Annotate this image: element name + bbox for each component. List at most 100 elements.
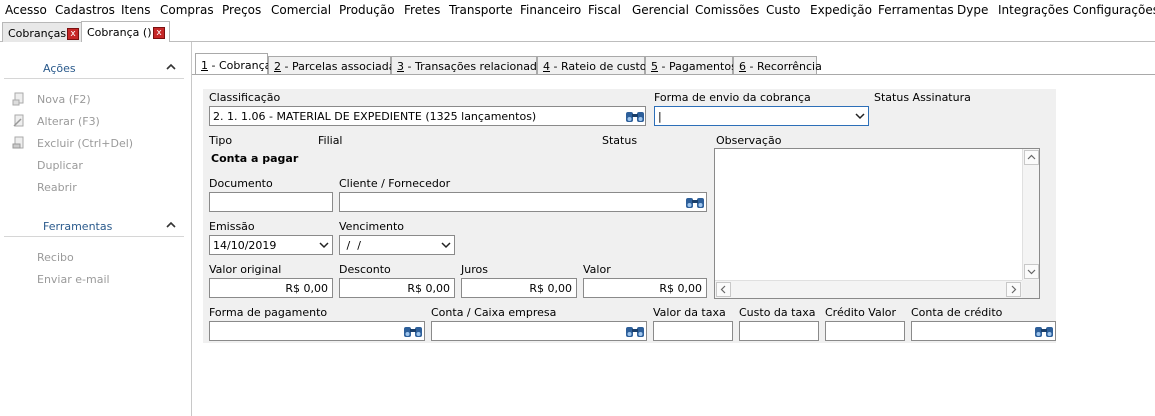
forma-envio-label: Forma de envio da cobrança <box>654 91 811 104</box>
tab-transacoes[interactable]: 3 - Transações relacionadas <box>391 56 549 75</box>
tab-parcelas[interactable]: 2 - Parcelas associadas <box>268 56 401 75</box>
reabrir-button[interactable]: Reabrir <box>37 181 77 194</box>
scroll-right-button[interactable] <box>1006 282 1021 297</box>
tab-key: 6 <box>739 60 746 73</box>
vencimento-date-picker[interactable]: / / <box>339 235 455 255</box>
menu-cadastros[interactable]: Cadastros <box>55 3 115 17</box>
forma-envio-select[interactable]: | <box>654 106 869 126</box>
doc-tab-label: Cobrança () <box>87 26 152 39</box>
chevron-down-icon[interactable] <box>441 241 451 249</box>
acoes-header[interactable]: Ações <box>4 57 184 79</box>
forma-pagamento-label: Forma de pagamento <box>209 306 328 319</box>
tab-label: - Parcelas associadas <box>281 60 402 73</box>
close-icon[interactable]: x <box>67 28 79 40</box>
binoculars-icon[interactable] <box>403 323 423 339</box>
menu-compras[interactable]: Compras <box>160 3 214 17</box>
emissao-label: Emissão <box>209 220 255 233</box>
tipo-label: Tipo <box>209 134 233 147</box>
valor-taxa-field[interactable] <box>653 321 733 341</box>
binoculars-icon[interactable] <box>625 108 645 124</box>
menu-gerencial[interactable]: Gerencial <box>632 3 689 17</box>
custo-taxa-field[interactable] <box>739 321 819 341</box>
menu-expedicao[interactable]: Expedição <box>810 3 872 17</box>
excluir-button[interactable]: Excluir (Ctrl+Del) <box>37 137 133 150</box>
tab-cobranca[interactable]: 1 - Cobrança <box>195 53 272 75</box>
documento-field[interactable] <box>209 192 333 212</box>
menu-configuracoes[interactable]: Configurações <box>1073 3 1155 17</box>
status-label: Status <box>602 134 638 147</box>
doc-tab-cobranca[interactable]: Cobrança () x <box>81 21 170 42</box>
forma-pagamento-field[interactable] <box>209 321 425 341</box>
menu-integracoes[interactable]: Integrações <box>998 3 1069 17</box>
alterar-button[interactable]: Alterar (F3) <box>37 115 100 128</box>
enviar-email-button[interactable]: Enviar e-mail <box>37 273 110 286</box>
chevron-down-icon[interactable] <box>319 241 329 249</box>
recibo-button[interactable]: Recibo <box>37 251 74 264</box>
binoculars-icon[interactable] <box>1034 323 1054 339</box>
ferramentas-header[interactable]: Ferramentas <box>4 215 184 237</box>
chevron-up-icon[interactable] <box>166 62 176 72</box>
chevron-down-icon[interactable] <box>855 112 865 120</box>
doc-tab-label: Cobranças <box>8 27 67 40</box>
scroll-left-button[interactable] <box>716 282 731 297</box>
observacao-label: Observação <box>716 134 782 147</box>
valor-field[interactable]: R$ 0,00 <box>583 278 707 298</box>
scroll-up-button[interactable] <box>1024 150 1039 165</box>
vencimento-value: / / <box>343 239 361 252</box>
horizontal-scrollbar[interactable] <box>715 280 1022 298</box>
juros-field[interactable]: R$ 0,00 <box>461 278 577 298</box>
doc-tab-cobrancas[interactable]: Cobranças x <box>2 22 82 42</box>
menu-dype[interactable]: Dype <box>957 3 988 17</box>
tab-key: 1 <box>201 59 208 72</box>
menu-fiscal[interactable]: Fiscal <box>588 3 621 17</box>
tab-key: 4 <box>543 60 550 73</box>
menu-comercial[interactable]: Comercial <box>271 3 331 17</box>
chevron-up-icon[interactable] <box>166 220 176 230</box>
valor-taxa-label: Valor da taxa <box>653 306 726 319</box>
vertical-scrollbar[interactable] <box>1022 149 1039 280</box>
cliente-label: Cliente / Fornecedor <box>339 177 451 190</box>
tab-label: - Cobrança <box>208 59 272 72</box>
desconto-label: Desconto <box>339 263 391 276</box>
tab-label: - Recorrência <box>746 60 822 73</box>
desconto-field[interactable]: R$ 0,00 <box>339 278 455 298</box>
tab-rateio[interactable]: 4 - Rateio de custos <box>537 56 652 75</box>
conta-caixa-field[interactable] <box>431 321 647 341</box>
duplicar-button[interactable]: Duplicar <box>37 159 83 172</box>
tab-key: 5 <box>651 60 658 73</box>
cliente-field[interactable] <box>339 192 707 212</box>
filial-label: Filial <box>318 134 343 147</box>
menu-custo[interactable]: Custo <box>766 3 800 17</box>
tab-key: 3 <box>397 60 404 73</box>
credito-valor-field[interactable] <box>825 321 905 341</box>
observacao-textarea[interactable] <box>714 148 1040 299</box>
menu-transporte[interactable]: Transporte <box>449 3 513 17</box>
menu-producao[interactable]: Produção <box>339 3 395 17</box>
chevron-down-icon <box>1027 269 1036 275</box>
classificacao-field[interactable]: 2. 1. 1.06 - MATERIAL DE EXPEDIENTE (132… <box>209 106 646 126</box>
binoculars-icon[interactable] <box>625 323 645 339</box>
tab-recorrencia[interactable]: 6 - Recorrência <box>733 56 822 75</box>
menu-comissoes[interactable]: Comissões <box>695 3 759 17</box>
acoes-title: Ações <box>43 62 76 75</box>
menu-financeiro[interactable]: Financeiro <box>520 3 581 17</box>
close-icon[interactable]: x <box>153 27 165 39</box>
scroll-down-button[interactable] <box>1024 264 1039 279</box>
tab-label: - Pagamentos <box>658 60 737 73</box>
nova-button[interactable]: Nova (F2) <box>37 93 91 106</box>
valor-original-field[interactable]: R$ 0,00 <box>209 278 333 298</box>
valor-label: Valor <box>583 263 611 276</box>
menu-precos[interactable]: Preços <box>222 3 261 17</box>
classificacao-label: Classificação <box>209 91 281 104</box>
menu-acesso[interactable]: Acesso <box>5 3 47 17</box>
ferramentas-title: Ferramentas <box>43 220 113 233</box>
menu-itens[interactable]: Itens <box>121 3 150 17</box>
binoculars-icon[interactable] <box>685 194 705 210</box>
menu-ferramentas[interactable]: Ferramentas <box>878 3 954 17</box>
tab-pagamentos[interactable]: 5 - Pagamentos <box>645 56 737 75</box>
emissao-date-picker[interactable]: 14/10/2019 <box>209 235 333 255</box>
valor-original-label: Valor original <box>209 263 282 276</box>
chevron-right-icon <box>1011 285 1017 294</box>
menu-fretes[interactable]: Fretes <box>404 3 440 17</box>
conta-caixa-label: Conta / Caixa empresa <box>431 306 557 319</box>
